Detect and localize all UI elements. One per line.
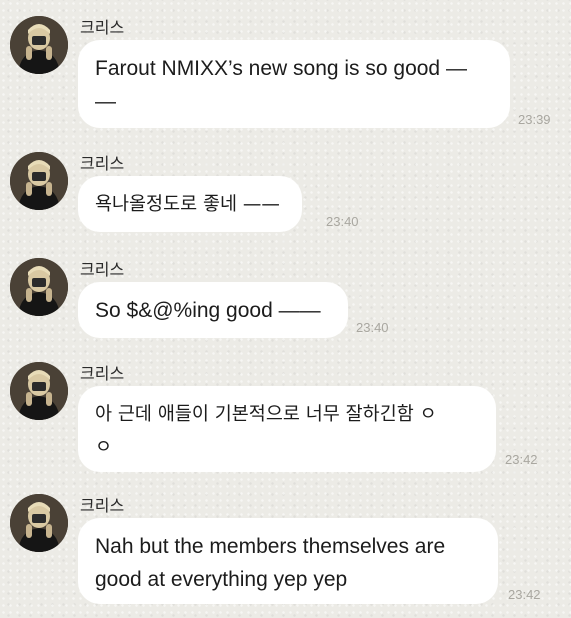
message-bubble[interactable]: 욕나올정도로 좋네 —— bbox=[78, 176, 302, 232]
avatar[interactable] bbox=[10, 16, 68, 74]
message-text: So $&@%ing good —— bbox=[95, 299, 321, 322]
profile-photo-icon bbox=[10, 362, 68, 420]
profile-photo-icon bbox=[10, 494, 68, 552]
message-bubble[interactable]: So $&@%ing good —— bbox=[78, 282, 348, 338]
message-text-line: — bbox=[95, 90, 116, 113]
profile-photo-icon bbox=[10, 152, 68, 210]
sender-name: 크리스 bbox=[80, 496, 125, 515]
message-time: 23:40 bbox=[356, 320, 389, 335]
avatar[interactable] bbox=[10, 258, 68, 316]
avatar[interactable] bbox=[10, 362, 68, 420]
message-text-line: 아 근데 애들이 기본적으로 너무 잘하긴함 ㅇ bbox=[95, 404, 437, 425]
sender-name: 크리스 bbox=[80, 18, 125, 37]
message-time: 23:40 bbox=[326, 214, 359, 229]
message-text-line: ㅇ bbox=[95, 437, 113, 458]
sender-name: 크리스 bbox=[80, 260, 125, 279]
message-text: 욕나올정도로 좋네 —— bbox=[95, 194, 280, 215]
avatar[interactable] bbox=[10, 152, 68, 210]
message-text-line: Farout NMIXX’s new song is so good — bbox=[95, 57, 467, 80]
profile-photo-icon bbox=[10, 258, 68, 316]
message-time: 23:42 bbox=[508, 587, 541, 602]
avatar[interactable] bbox=[10, 494, 68, 552]
message-bubble[interactable]: Farout NMIXX’s new song is so good — — bbox=[78, 40, 510, 128]
message-text-line: good at everything yep yep bbox=[95, 568, 348, 591]
profile-photo-icon bbox=[10, 16, 68, 74]
message-time: 23:39 bbox=[518, 112, 551, 127]
message-text-line: Nah but the members themselves are bbox=[95, 535, 446, 558]
message-bubble[interactable]: 아 근데 애들이 기본적으로 너무 잘하긴함 ㅇ ㅇ bbox=[78, 386, 496, 472]
chat-thread: 크리스 Farout NMIXX’s new song is so good —… bbox=[0, 0, 571, 618]
message-time: 23:42 bbox=[505, 452, 538, 467]
message-bubble[interactable]: Nah but the members themselves are good … bbox=[78, 518, 498, 604]
sender-name: 크리스 bbox=[80, 364, 125, 383]
sender-name: 크리스 bbox=[80, 154, 125, 173]
